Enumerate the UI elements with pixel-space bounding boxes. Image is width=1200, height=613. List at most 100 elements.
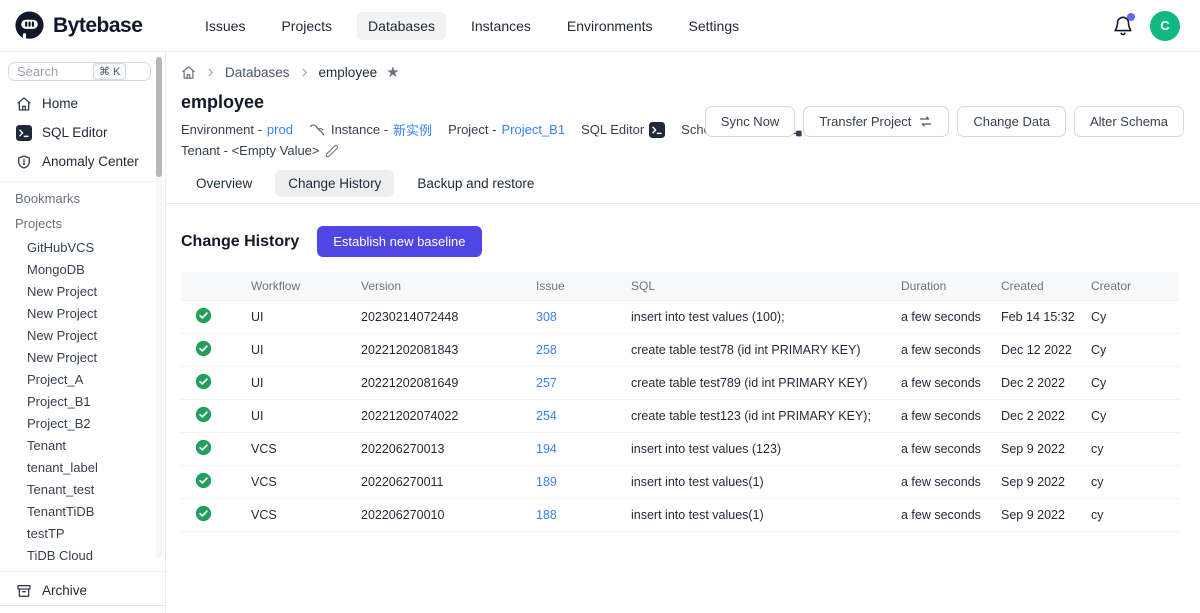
search-box[interactable]: ⌘ K bbox=[8, 62, 151, 81]
creator-cell: cy bbox=[1083, 499, 1179, 532]
creator-value: Cy bbox=[1091, 310, 1106, 324]
instance-link[interactable]: 新实例 bbox=[393, 120, 432, 139]
archive-icon bbox=[16, 583, 32, 599]
created-cell: Feb 14 15:32 bbox=[993, 301, 1083, 334]
nav-item-environments[interactable]: Environments bbox=[556, 12, 664, 40]
project-item-new-project[interactable]: New Project bbox=[0, 280, 165, 302]
alter-schema-button[interactable]: Alter Schema bbox=[1074, 106, 1184, 137]
brand[interactable]: Bytebase bbox=[14, 10, 176, 41]
nav-item-settings[interactable]: Settings bbox=[678, 12, 751, 40]
duration-value: a few seconds bbox=[901, 343, 981, 357]
sidebar-item-label: Home bbox=[42, 96, 78, 111]
table-row[interactable]: UI20221202081649257create table test789 … bbox=[181, 367, 1179, 400]
project-item-tenant-test[interactable]: Tenant_test bbox=[0, 478, 165, 500]
avatar[interactable]: C bbox=[1150, 11, 1180, 41]
status-cell bbox=[181, 301, 243, 334]
status-cell bbox=[181, 499, 243, 532]
issue-link[interactable]: 257 bbox=[536, 376, 557, 390]
created-cell: Sep 9 2022 bbox=[993, 433, 1083, 466]
sidebar-item-label: SQL Editor bbox=[42, 125, 108, 140]
breadcrumb-databases[interactable]: Databases bbox=[225, 65, 290, 80]
created-value: Feb 14 15:32 bbox=[1001, 310, 1075, 324]
terminal-icon bbox=[649, 122, 665, 138]
nav-item-instances[interactable]: Instances bbox=[460, 12, 542, 40]
home-icon[interactable] bbox=[181, 65, 196, 80]
project-link[interactable]: Project_B1 bbox=[501, 122, 565, 137]
sidebar-item-anomaly-center[interactable]: Anomaly Center bbox=[0, 147, 165, 176]
notifications-button[interactable] bbox=[1112, 15, 1134, 37]
project-item-tidb-cloud[interactable]: TiDB Cloud bbox=[0, 544, 165, 566]
created-value: Dec 2 2022 bbox=[1001, 409, 1065, 423]
change-data-button[interactable]: Change Data bbox=[957, 106, 1066, 137]
version-cell: 202206270013 bbox=[353, 433, 528, 466]
table-row[interactable]: UI20221202081843258create table test78 (… bbox=[181, 334, 1179, 367]
issue-link[interactable]: 189 bbox=[536, 475, 557, 489]
sidebar-divider bbox=[0, 181, 165, 182]
status-cell bbox=[181, 334, 243, 367]
sql-value: insert into test values(1) bbox=[631, 508, 764, 522]
project-item-new-project[interactable]: New Project bbox=[0, 302, 165, 324]
main-nav: Issues Projects Databases Instances Environm… bbox=[194, 12, 750, 40]
column-duration: Duration bbox=[893, 272, 993, 301]
project-item-new-project[interactable]: New Project bbox=[0, 324, 165, 346]
nav-item-projects[interactable]: Projects bbox=[270, 12, 343, 40]
sidebar-item-home[interactable]: Home bbox=[0, 89, 165, 118]
check-circle-icon bbox=[195, 505, 212, 522]
table-row[interactable]: VCS 202206270013 194 insert into test value… bbox=[181, 433, 1179, 466]
version-value: 202206270013 bbox=[361, 442, 444, 456]
establish-baseline-button[interactable]: Establish new baseline bbox=[317, 226, 481, 257]
shield-icon bbox=[16, 154, 32, 170]
project-item-tenant-label[interactable]: tenant_label bbox=[0, 456, 165, 478]
terminal-icon bbox=[16, 125, 32, 141]
sql-value: create table test78 (id int PRIMARY KEY) bbox=[631, 343, 861, 357]
duration-cell: a few seconds bbox=[893, 301, 993, 334]
project-item-githubvcs[interactable]: GitHubVCS bbox=[0, 236, 165, 258]
sql-editor-label: SQL Editor bbox=[581, 122, 644, 137]
sql-cell: insert into test values (123) bbox=[623, 433, 893, 466]
project-item-project-a[interactable]: Project_A bbox=[0, 368, 165, 390]
sql-editor-shortcut[interactable]: SQL Editor bbox=[581, 122, 665, 138]
pencil-icon[interactable] bbox=[325, 144, 339, 158]
star-icon[interactable]: ★ bbox=[386, 65, 399, 80]
transfer-project-button[interactable]: Transfer Project bbox=[803, 106, 949, 137]
created-value: Sep 9 2022 bbox=[1001, 508, 1065, 522]
issue-link[interactable]: 258 bbox=[536, 343, 557, 357]
tab-backup-and-restore[interactable]: Backup and restore bbox=[404, 170, 547, 197]
sidebar-item-archive[interactable]: Archive bbox=[0, 576, 165, 605]
workflow-cell: VCS bbox=[243, 433, 353, 466]
search-input[interactable] bbox=[17, 64, 89, 79]
issue-link[interactable]: 254 bbox=[536, 409, 557, 423]
project-item-tenanttidb[interactable]: TenantTiDB bbox=[0, 500, 165, 522]
sync-now-button[interactable]: Sync Now bbox=[705, 106, 796, 137]
table-row[interactable]: UI20221202074022254create table test123 … bbox=[181, 400, 1179, 433]
tab-change-history[interactable]: Change History bbox=[275, 170, 394, 197]
table-row[interactable]: VCS202206270010188insert into test value… bbox=[181, 499, 1179, 532]
button-label: Alter Schema bbox=[1090, 114, 1168, 129]
project-item-tenant[interactable]: Tenant bbox=[0, 434, 165, 456]
table-row[interactable]: VCS202206270011189insert into test value… bbox=[181, 466, 1179, 499]
sidebar-item-sql-editor[interactable]: SQL Editor bbox=[0, 118, 165, 147]
nav-item-issues[interactable]: Issues bbox=[194, 12, 256, 40]
table-header-row: WorkflowVersionIssueSQLDurationCreatedCr… bbox=[181, 272, 1179, 301]
project-item-mongodb[interactable]: MongoDB bbox=[0, 258, 165, 280]
project-item-project-b1[interactable]: Project_B1 bbox=[0, 390, 165, 412]
issue-link[interactable]: 194 bbox=[536, 442, 557, 456]
created-cell: Dec 2 2022 bbox=[993, 367, 1083, 400]
project-item-new-project[interactable]: New Project bbox=[0, 346, 165, 368]
table-row[interactable]: UI20230214072448308insert into test valu… bbox=[181, 301, 1179, 334]
project-item-project-b2[interactable]: Project_B2 bbox=[0, 412, 165, 434]
created-cell: Dec 2 2022 bbox=[993, 400, 1083, 433]
environment-link[interactable]: prod bbox=[267, 122, 293, 137]
creator-cell: Cy bbox=[1083, 367, 1179, 400]
issue-link[interactable]: 308 bbox=[536, 310, 557, 324]
tab-overview[interactable]: Overview bbox=[183, 170, 265, 197]
sidebar-scrollbar-thumb[interactable] bbox=[156, 57, 162, 177]
column-workflow: Workflow bbox=[243, 272, 353, 301]
nav-item-databases[interactable]: Databases bbox=[357, 12, 446, 40]
issue-link[interactable]: 188 bbox=[536, 508, 557, 522]
layout: ⌘ K HomeSQL EditorAnomaly Center Bookmar… bbox=[0, 52, 1200, 613]
creator-cell: Cy bbox=[1083, 400, 1179, 433]
app-window: Bytebase Issues Projects Databases Instance… bbox=[0, 0, 1200, 613]
bell-icon bbox=[1112, 24, 1134, 41]
project-item-testtp[interactable]: testTP bbox=[0, 522, 165, 544]
